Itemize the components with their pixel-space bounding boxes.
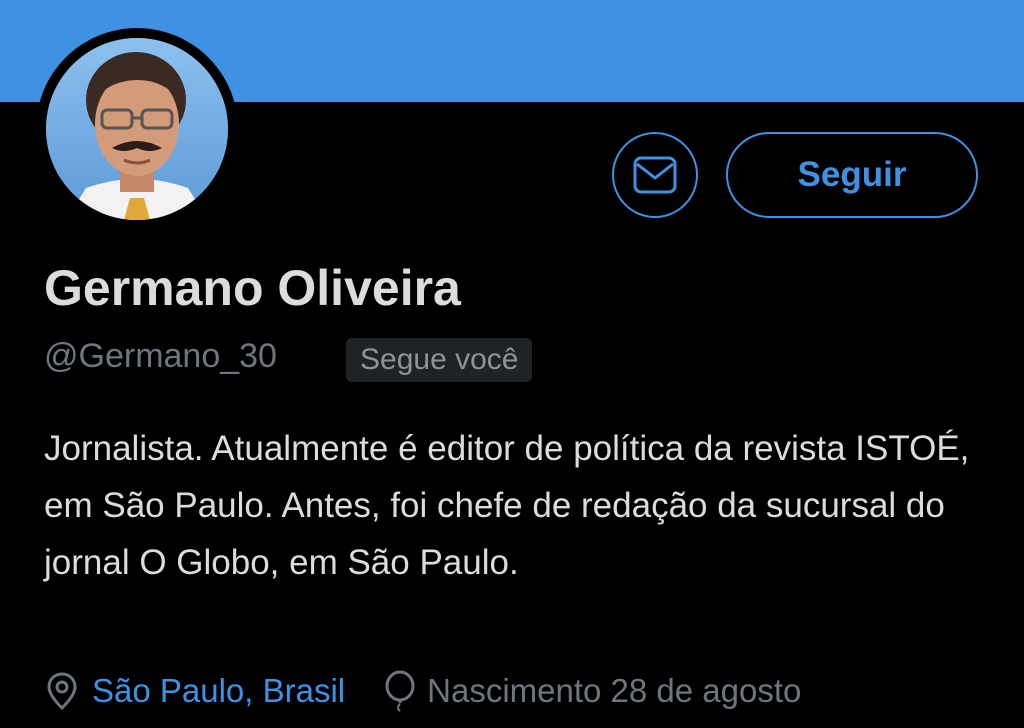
profile-name: Germano Oliveira [44,260,461,316]
profile-bio: Jornalista. Atualmente é editor de polít… [44,429,970,582]
follow-button[interactable]: Seguir [726,132,978,218]
profile-handle: @Germano_30 [44,337,277,375]
location-pin-icon [44,671,80,711]
message-button[interactable] [612,132,698,218]
avatar[interactable] [46,38,228,220]
profile-screen: Seguir Germano Oliveira @Germano_30 Segu… [0,0,1024,728]
follows-you-badge: Segue você [346,338,533,382]
location-link[interactable]: São Paulo, Brasil [92,672,345,710]
birthday-text: Nascimento 28 de agosto [427,672,802,709]
balloon-icon [383,670,417,712]
envelope-icon [633,156,677,194]
avatar-photo [46,38,228,220]
profile-meta: São Paulo, Brasil Nascimento 28 de agost… [44,664,801,718]
